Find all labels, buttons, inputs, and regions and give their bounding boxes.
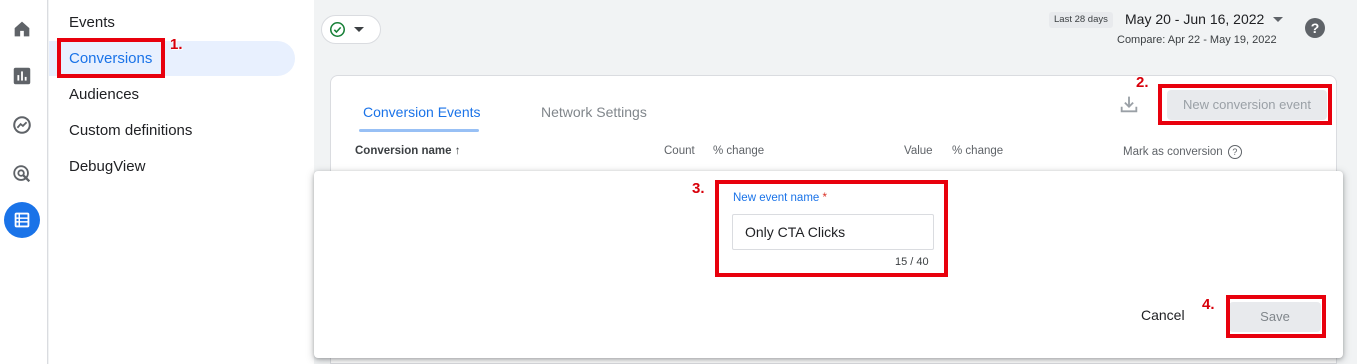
highlight-step-3	[715, 180, 948, 277]
download-icon[interactable]	[1118, 93, 1140, 115]
info-icon[interactable]: ?	[1227, 145, 1242, 159]
step-2-label: 2.	[1136, 74, 1149, 91]
highlight-step-2	[1158, 84, 1332, 125]
nav-item-custom-definitions[interactable]: Custom definitions	[49, 113, 295, 148]
reports-icon[interactable]	[4, 58, 40, 94]
check-circle-icon	[329, 21, 346, 38]
step-3-label: 3.	[692, 180, 705, 197]
nav-item-debugview[interactable]: DebugView	[49, 149, 295, 184]
nav-item-events[interactable]: Events	[49, 5, 295, 40]
column-header-mark-as-conversion: Mark as conversion ?	[1123, 145, 1242, 159]
compare-range: Compare: Apr 22 - May 19, 2022	[1117, 34, 1277, 46]
date-range-selector[interactable]: May 20 - Jun 16, 2022	[1125, 11, 1264, 27]
highlight-step-4	[1226, 295, 1326, 338]
tab-network-settings[interactable]: Network Settings	[541, 104, 647, 120]
nav-item-audiences[interactable]: Audiences	[49, 77, 295, 112]
column-header-count[interactable]: Count	[664, 145, 695, 157]
column-header-count-change[interactable]: % change	[713, 145, 764, 157]
tab-conversion-events[interactable]: Conversion Events	[363, 104, 481, 120]
column-header-conversion-name[interactable]: Conversion name ↑	[355, 145, 460, 157]
home-icon[interactable]	[4, 11, 40, 47]
date-dropdown-icon[interactable]	[1273, 17, 1283, 22]
data-status-dropdown[interactable]	[321, 15, 381, 44]
highlight-step-1	[57, 38, 165, 78]
help-icon[interactable]: ?	[1305, 18, 1325, 38]
active-tab-indicator	[359, 129, 479, 132]
cancel-button[interactable]: Cancel	[1141, 307, 1185, 323]
step-4-label: 4.	[1202, 296, 1215, 313]
column-header-value[interactable]: Value	[904, 145, 933, 157]
date-preset-badge: Last 28 days	[1049, 12, 1113, 28]
left-rail	[0, 0, 48, 364]
configure-icon[interactable]	[4, 202, 40, 238]
chevron-down-icon	[354, 27, 364, 32]
explore-icon[interactable]	[4, 107, 40, 143]
mark-as-conversion-label: Mark as conversion	[1123, 146, 1223, 159]
step-1-label: 1.	[170, 36, 183, 53]
advertising-icon[interactable]	[4, 156, 40, 192]
column-header-value-change[interactable]: % change	[952, 145, 1003, 157]
